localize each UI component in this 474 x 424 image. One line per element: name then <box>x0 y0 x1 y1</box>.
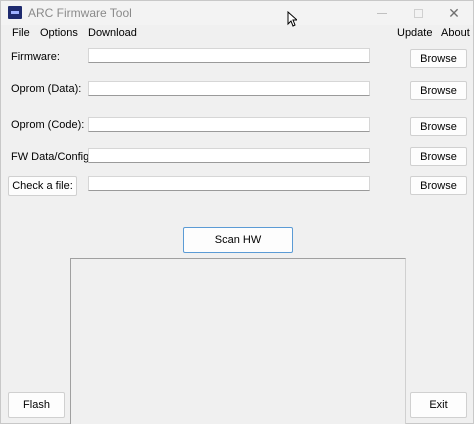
check-file-button[interactable]: Check a file: <box>8 176 77 196</box>
menu-about[interactable]: About <box>440 27 471 39</box>
menu-download[interactable]: Download <box>87 27 138 39</box>
check-file-path-field[interactable] <box>88 176 370 191</box>
app-window: ARC Firmware Tool ✕ File Options Downloa… <box>0 0 474 424</box>
menu-options[interactable]: Options <box>39 27 79 39</box>
check-file-browse-button[interactable]: Browse <box>410 176 467 195</box>
menu-file[interactable]: File <box>11 27 31 39</box>
fw-data-config-path-field[interactable] <box>88 148 370 163</box>
oprom-code-path-field[interactable] <box>88 117 370 132</box>
scan-hw-button[interactable]: Scan HW <box>183 227 293 253</box>
minimize-button[interactable] <box>364 1 400 25</box>
title-bar[interactable]: ARC Firmware Tool ✕ <box>1 1 473 25</box>
close-button[interactable]: ✕ <box>436 1 472 25</box>
output-panel[interactable] <box>70 258 406 424</box>
menu-update[interactable]: Update <box>396 27 433 39</box>
fw-data-config-label: FW Data/Config: <box>11 151 93 163</box>
flash-button[interactable]: Flash <box>8 392 65 418</box>
firmware-label: Firmware: <box>11 51 60 63</box>
window-title: ARC Firmware Tool <box>28 6 132 20</box>
exit-button[interactable]: Exit <box>410 392 467 418</box>
oprom-data-label: Oprom (Data): <box>11 83 82 95</box>
oprom-code-browse-button[interactable]: Browse <box>410 117 467 136</box>
firmware-path-field[interactable] <box>88 48 370 63</box>
oprom-data-browse-button[interactable]: Browse <box>410 81 467 100</box>
firmware-browse-button[interactable]: Browse <box>410 49 467 68</box>
maximize-button[interactable] <box>400 1 436 25</box>
app-icon <box>8 6 22 19</box>
maximize-icon <box>413 8 423 18</box>
close-icon: ✕ <box>448 4 460 21</box>
oprom-data-path-field[interactable] <box>88 81 370 96</box>
oprom-code-label: Oprom (Code): <box>11 119 85 131</box>
menu-bar: File Options Download Update About <box>1 25 473 43</box>
fw-data-config-browse-button[interactable]: Browse <box>410 147 467 166</box>
minimize-icon <box>377 12 387 14</box>
